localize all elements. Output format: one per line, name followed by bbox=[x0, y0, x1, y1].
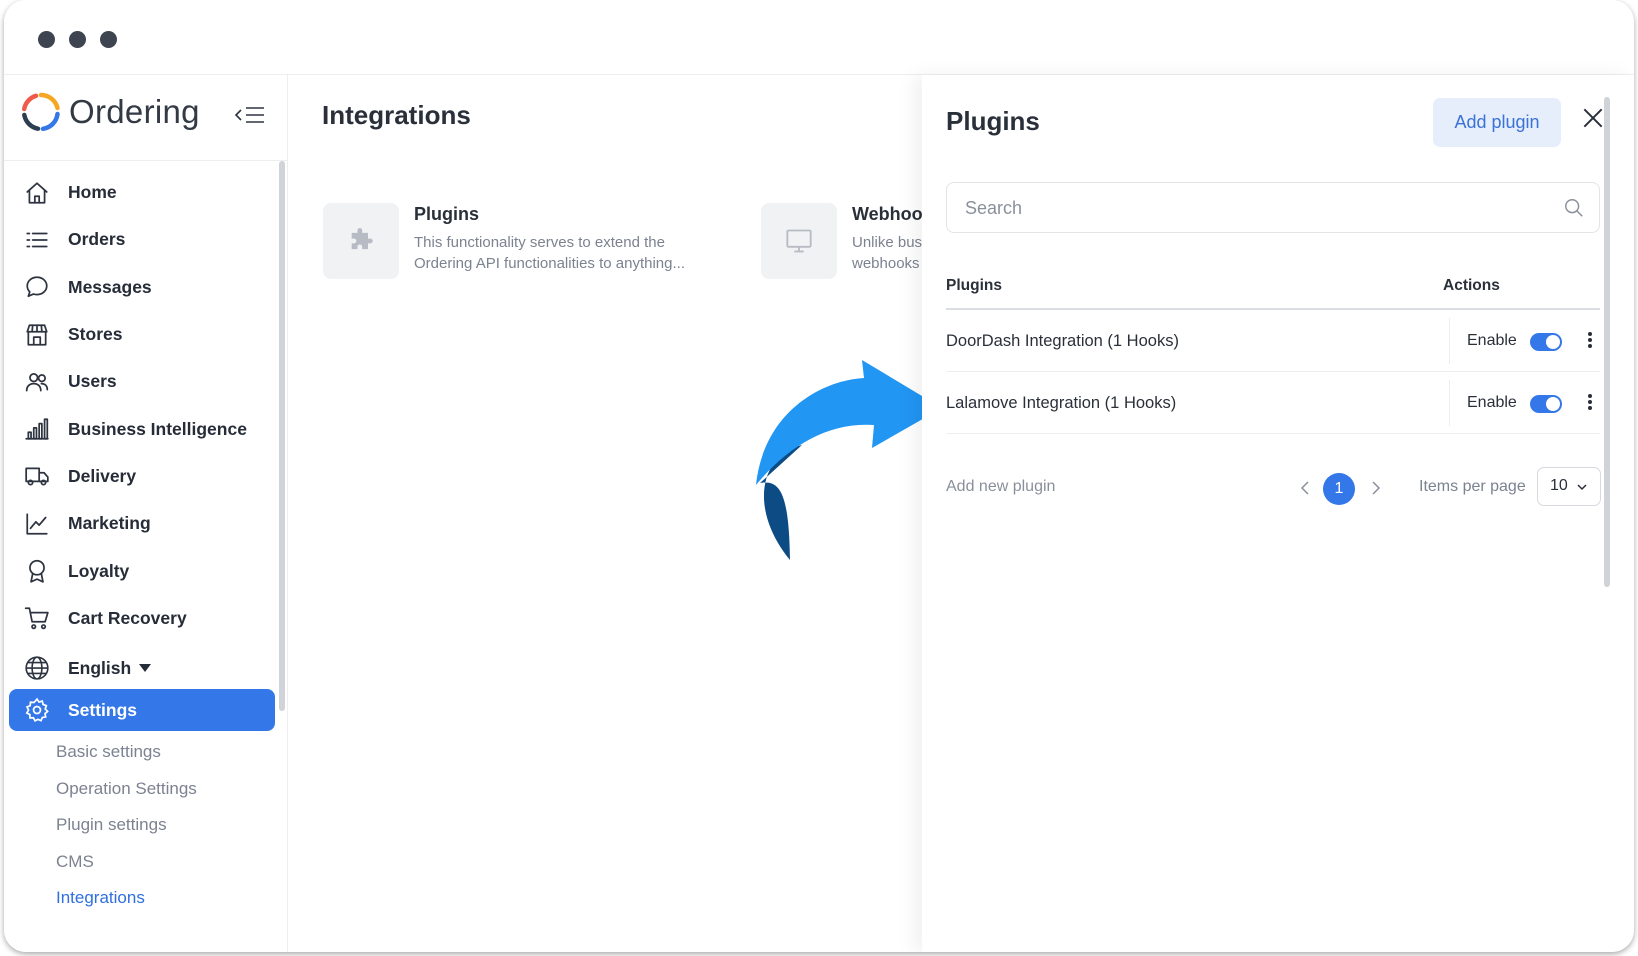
monitor-icon bbox=[786, 229, 812, 253]
users-icon bbox=[25, 372, 49, 392]
award-icon bbox=[29, 559, 45, 583]
home-icon bbox=[26, 182, 48, 204]
settings-label: Settings bbox=[68, 699, 138, 720]
card-title: Plugins bbox=[414, 204, 480, 224]
cart-icon bbox=[24, 607, 49, 630]
sidebar-item-messages[interactable]: Messages bbox=[4, 264, 280, 311]
sidebar-item-label: Business Intelligence bbox=[68, 418, 247, 439]
sidebar: Ordering Home Orders Messages Stores Use… bbox=[4, 75, 288, 952]
line-chart-icon bbox=[26, 513, 48, 535]
page-title: Integrations bbox=[322, 100, 471, 130]
row-divider bbox=[1449, 318, 1450, 364]
storefront-icon bbox=[26, 323, 48, 346]
window-titlebar bbox=[4, 0, 1634, 75]
chat-bubble-icon bbox=[26, 276, 48, 298]
integration-card-webhooks[interactable]: Webhoo Unlike bus webhooks bbox=[761, 203, 931, 279]
items-per-page-select[interactable]: 10 bbox=[1537, 467, 1601, 506]
search-icon[interactable] bbox=[1563, 197, 1585, 219]
plugin-name: DoorDash Integration (1 Hooks) bbox=[946, 332, 1179, 350]
sidebar-item-label: Stores bbox=[68, 324, 123, 345]
chevron-left-icon[interactable] bbox=[1298, 479, 1312, 497]
add-plugin-button[interactable]: Add plugin bbox=[1433, 98, 1561, 147]
more-options-icon[interactable] bbox=[1586, 330, 1594, 352]
current-page-button[interactable]: 1 bbox=[1323, 473, 1355, 505]
gear-icon bbox=[25, 697, 49, 723]
column-header-actions: Actions bbox=[1443, 277, 1500, 294]
sidebar-item-label: Cart Recovery bbox=[68, 607, 187, 628]
sidebar-item-marketing[interactable]: Marketing bbox=[4, 500, 280, 547]
sidebar-item-label: Users bbox=[68, 371, 117, 392]
row-divider bbox=[1449, 380, 1450, 426]
enable-label: Enable bbox=[1467, 394, 1517, 411]
enable-label: Enable bbox=[1467, 332, 1517, 349]
sidebar-item-label: Marketing bbox=[68, 513, 151, 534]
sidebar-item-label: Orders bbox=[68, 229, 126, 250]
more-options-icon[interactable] bbox=[1586, 392, 1594, 414]
sidebar-nav: Home Orders Messages Stores Users Busine… bbox=[4, 169, 280, 642]
ordering-logo-icon bbox=[21, 92, 60, 132]
logo-area: Ordering bbox=[4, 75, 288, 161]
subnav-basic-settings[interactable]: Basic settings bbox=[56, 734, 197, 771]
settings-subnav: Basic settings Operation Settings Plugin… bbox=[56, 734, 197, 917]
subnav-plugin-settings[interactable]: Plugin settings bbox=[56, 807, 197, 844]
subnav-operation-settings[interactable]: Operation Settings bbox=[56, 771, 197, 808]
column-header-plugins: Plugins bbox=[946, 277, 1002, 294]
caret-down-icon bbox=[139, 664, 152, 672]
table-row: DoorDash Integration (1 Hooks) Enable bbox=[946, 310, 1600, 372]
brand-name: Ordering bbox=[69, 93, 200, 130]
window-minimize-dot[interactable] bbox=[69, 31, 86, 48]
items-per-page-value: 10 bbox=[1550, 477, 1568, 494]
sidebar-item-settings[interactable]: Settings bbox=[9, 689, 275, 731]
sidebar-item-label: Delivery bbox=[68, 465, 137, 486]
window-close-dot[interactable] bbox=[38, 31, 55, 48]
subnav-integrations[interactable]: Integrations bbox=[56, 880, 197, 917]
card-icon-tile bbox=[761, 203, 837, 279]
card-description: Unlike bus webhooks bbox=[852, 234, 923, 272]
sidebar-item-cart-recovery[interactable]: Cart Recovery bbox=[4, 595, 280, 642]
list-icon bbox=[26, 232, 48, 248]
app-window: Ordering Home Orders Messages Stores Use… bbox=[4, 0, 1634, 952]
language-selector[interactable]: English bbox=[4, 648, 280, 688]
sidebar-item-business-intelligence[interactable]: Business Intelligence bbox=[4, 405, 280, 452]
enable-toggle[interactable] bbox=[1530, 333, 1562, 351]
card-title: Webhoo bbox=[852, 204, 923, 224]
chevron-right-icon[interactable] bbox=[1369, 479, 1383, 497]
sidebar-item-label: Loyalty bbox=[68, 560, 130, 581]
table-row: Lalamove Integration (1 Hooks) Enable bbox=[946, 372, 1600, 434]
truck-icon bbox=[25, 467, 49, 486]
sidebar-item-stores[interactable]: Stores bbox=[4, 311, 280, 358]
integration-card-plugins[interactable]: Plugins This functionality serves to ext… bbox=[323, 203, 723, 279]
sidebar-item-orders[interactable]: Orders bbox=[4, 216, 280, 263]
globe-icon bbox=[25, 656, 49, 680]
language-label: English bbox=[68, 657, 132, 678]
search-box bbox=[946, 182, 1600, 233]
add-new-plugin-link[interactable]: Add new plugin bbox=[946, 478, 1055, 496]
sidebar-item-users[interactable]: Users bbox=[4, 358, 280, 405]
chevron-down-icon bbox=[1577, 484, 1587, 491]
sidebar-item-delivery[interactable]: Delivery bbox=[4, 453, 280, 500]
card-description: This functionality serves to extend the … bbox=[414, 234, 685, 272]
panel-title: Plugins bbox=[946, 106, 1040, 136]
close-icon[interactable] bbox=[1580, 105, 1606, 131]
search-input[interactable] bbox=[965, 195, 1545, 221]
puzzle-icon bbox=[351, 228, 373, 250]
bar-chart-icon bbox=[25, 418, 49, 440]
sidebar-item-label: Messages bbox=[68, 276, 152, 297]
plugin-name: Lalamove Integration (1 Hooks) bbox=[946, 394, 1177, 412]
window-maximize-dot[interactable] bbox=[100, 31, 117, 48]
card-icon-tile bbox=[323, 203, 399, 279]
collapse-sidebar-icon[interactable] bbox=[234, 103, 266, 127]
panel-scrollbar[interactable] bbox=[1604, 97, 1610, 587]
sidebar-item-label: Home bbox=[68, 182, 117, 203]
subnav-cms[interactable]: CMS bbox=[56, 844, 197, 881]
sidebar-item-loyalty[interactable]: Loyalty bbox=[4, 547, 280, 594]
sidebar-item-home[interactable]: Home bbox=[4, 169, 280, 216]
items-per-page-label: Items per page bbox=[1419, 478, 1526, 495]
plugins-panel: Plugins Add plugin Plugins Actions DoorD… bbox=[922, 75, 1634, 952]
enable-toggle[interactable] bbox=[1530, 395, 1562, 413]
